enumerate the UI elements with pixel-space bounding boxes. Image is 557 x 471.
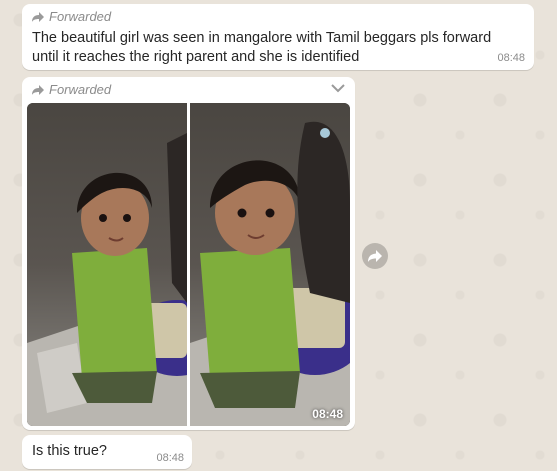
message-bubble-text[interactable]: Is this true? 08:48 — [22, 435, 192, 469]
image-time: 08:48 — [312, 407, 343, 421]
forward-arrow-icon — [32, 84, 44, 95]
message-bubble-forwarded-image[interactable]: Forwarded 08:48 — [22, 77, 355, 430]
message-text: The beautiful girl was seen in mangalore… — [32, 30, 492, 65]
photo-right-panel — [190, 103, 350, 426]
message-text: Is this true? — [32, 443, 107, 459]
message-image[interactable]: 08:48 — [27, 103, 350, 426]
forwarded-label: Forwarded — [49, 9, 112, 24]
chevron-down-icon[interactable] — [331, 83, 345, 93]
forwarded-indicator: Forwarded — [32, 9, 111, 24]
message-bubble-forwarded-text[interactable]: Forwarded The beautiful girl was seen in… — [22, 4, 534, 70]
forwarded-indicator: Forwarded — [32, 82, 111, 97]
forwarded-label: Forwarded — [49, 82, 112, 97]
message-time: 08:48 — [497, 52, 525, 64]
forward-share-button[interactable] — [362, 243, 388, 269]
forward-arrow-icon — [32, 11, 44, 22]
message-time: 08:48 — [156, 452, 184, 464]
image-content — [27, 103, 350, 426]
forward-share-icon — [368, 250, 382, 262]
